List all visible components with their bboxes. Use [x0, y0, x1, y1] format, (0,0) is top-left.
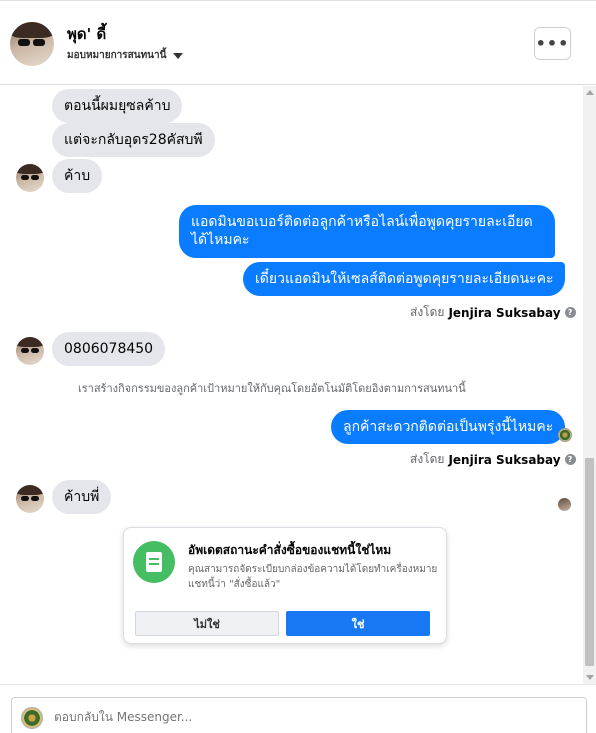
conversation-header: พุด' ดี้ มอบหมายการสนทนานี้ ••• — [0, 5, 596, 85]
sent-by-info: ส่งโดย Jenjira Suksabay ? — [410, 303, 576, 322]
scroll-up-arrow-icon[interactable] — [586, 90, 594, 95]
more-options-button[interactable]: ••• — [534, 27, 571, 60]
yes-button[interactable]: ใช่ — [286, 611, 430, 636]
more-icon: ••• — [535, 34, 570, 53]
message-incoming: แต่จะกลับอุดร28คัสบพี — [52, 123, 215, 157]
scroll-down-arrow-icon[interactable] — [586, 675, 594, 680]
prompt-description: คุณสามารถจัดระเบียบกล่องข้อความได้โดยทำเ… — [188, 564, 438, 590]
message-outgoing: เดี๋ยวแอดมินให้เซลส์ติดต่อพูดคุยรายละเอี… — [243, 262, 566, 296]
contact-avatar-small — [16, 164, 44, 192]
help-icon[interactable]: ? — [564, 454, 576, 465]
message-thread: ตอนนี้ผมยุซลค้าบ แต่จะกลับอุดร28คัสบพี ค… — [0, 86, 582, 684]
message-incoming: ค้าบพี่ — [52, 480, 112, 514]
sent-by-prefix: ส่งโดย — [410, 452, 445, 466]
chat-scrollbar[interactable] — [583, 86, 596, 684]
message-outgoing: ลูกค้าสะดวกติดต่อเป็นพรุ่งนี้ไหมคะ — [331, 410, 566, 444]
contact-name: พุด' ดี้ — [67, 25, 107, 43]
reply-footer — [0, 684, 596, 733]
prompt-title: อัพเดตสถานะคำสั่งซื้อของแชทนี้ใช่ไหม — [188, 543, 392, 557]
sender-name: Jenjira Suksabay — [448, 305, 561, 320]
assign-conversation-dropdown[interactable]: มอบหมายการสนทนานี้ — [67, 48, 184, 63]
contact-avatar[interactable] — [10, 22, 54, 66]
message-incoming: ตอนนี้ผมยุซลค้าบ — [52, 89, 183, 123]
sent-by-prefix: ส่งโดย — [410, 305, 445, 319]
caret-down-icon — [173, 52, 184, 59]
order-status-prompt-card: อัพเดตสถานะคำสั่งซื้อของแชทนี้ใช่ไหม คุณ… — [123, 527, 447, 644]
no-button[interactable]: ไม่ใช่ — [135, 611, 279, 636]
sent-by-info: ส่งโดย Jenjira Suksabay ? — [410, 450, 576, 469]
message-outgoing: แอดมินขอเบอร์ติดต่อลูกค้าหรือไลน์เพื่อพู… — [179, 205, 555, 258]
help-icon[interactable]: ? — [564, 307, 576, 318]
scrollbar-thumb[interactable] — [585, 458, 594, 666]
assign-conversation-label: มอบหมายการสนทนานี้ — [67, 50, 167, 61]
contact-avatar-small — [16, 337, 44, 365]
reply-input[interactable] — [54, 710, 554, 724]
message-incoming: ค้าบ — [52, 159, 103, 193]
message-incoming-phone: 0806078450 — [52, 332, 166, 366]
reply-composer[interactable] — [11, 697, 587, 733]
seen-avatar-icon — [558, 498, 571, 511]
sender-name: Jenjira Suksabay — [448, 452, 561, 467]
contact-avatar-small — [16, 485, 44, 513]
order-document-icon — [133, 541, 175, 583]
lead-activity-notice: เราสร้างกิจกรรมของลูกค้าเป้าหมายให้กับคุ… — [78, 382, 466, 395]
page-avatar — [21, 707, 43, 729]
read-receipt-icon — [558, 428, 572, 442]
